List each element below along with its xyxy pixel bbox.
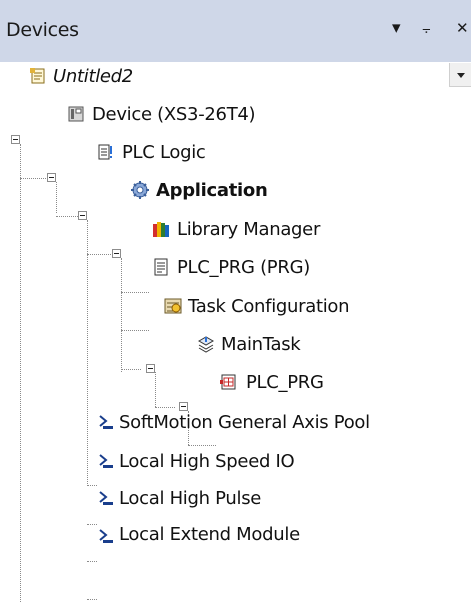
tree-node-label[interactable]: SoftMotion General Axis Pool [119, 412, 370, 434]
tree-node-label[interactable]: PLC_PRG (PRG) [177, 257, 310, 279]
tree-node-label[interactable]: Local Extend Module [119, 524, 300, 546]
tree-connector [121, 369, 141, 370]
program-call-icon [219, 373, 237, 391]
tree-connector [87, 599, 97, 600]
io-module-icon [97, 527, 115, 545]
tree-connector [188, 445, 216, 446]
collapse-toggle[interactable] [11, 135, 20, 144]
program-icon [152, 258, 170, 276]
collapse-toggle[interactable] [146, 364, 155, 373]
tree-node-label[interactable]: Library Manager [177, 219, 320, 241]
tree-connector [87, 485, 97, 486]
tree-dropdown-button[interactable] [449, 63, 471, 87]
collapse-toggle[interactable] [78, 211, 87, 220]
tree-node-label[interactable]: PLC_PRG [246, 372, 324, 394]
tree-connector [20, 144, 21, 602]
tree-node-label[interactable]: Local High Pulse [119, 488, 261, 510]
tree-connector [87, 254, 113, 255]
library-manager-icon [152, 220, 170, 238]
tree-connector [20, 178, 48, 179]
tree-connector [87, 524, 97, 525]
close-icon[interactable]: ✕ [456, 18, 469, 38]
task-icon [197, 335, 215, 353]
io-module-icon [97, 452, 115, 470]
softmotion-icon [97, 413, 115, 431]
tree-connector [155, 407, 175, 408]
panel-title: Devices [6, 19, 79, 41]
pin-icon[interactable]: ⨪ [422, 18, 431, 38]
collapse-toggle[interactable] [47, 173, 56, 182]
application-gear-icon [131, 181, 149, 199]
tree-node-label[interactable]: Application [156, 180, 268, 202]
device-icon [67, 105, 85, 123]
tree-connector [56, 182, 57, 213]
collapse-toggle[interactable] [179, 402, 188, 411]
project-icon [29, 67, 47, 85]
tree-connector [121, 292, 149, 293]
tree-node-label[interactable]: Untitled2 [53, 66, 133, 88]
tree-node-label[interactable]: Task Configuration [188, 296, 350, 318]
io-module-icon [97, 489, 115, 507]
devices-panel-header: Devices ▾ ⨪ ✕ [0, 0, 471, 62]
collapse-toggle[interactable] [112, 249, 121, 258]
panel-menu-icon[interactable]: ▾ [392, 18, 401, 38]
plc-logic-icon [97, 143, 115, 161]
tree-connector [121, 258, 122, 372]
tree-connector [121, 330, 149, 331]
tree-node-label[interactable]: Local High Speed IO [119, 451, 295, 473]
tree-connector [155, 372, 156, 407]
task-configuration-icon [164, 297, 182, 315]
tree-connector [87, 561, 97, 562]
tree-node-label[interactable]: MainTask [221, 334, 301, 356]
tree-connector [87, 220, 88, 486]
tree-node-label[interactable]: PLC Logic [122, 142, 206, 164]
tree-node-label[interactable]: Device (XS3-26T4) [92, 104, 256, 126]
